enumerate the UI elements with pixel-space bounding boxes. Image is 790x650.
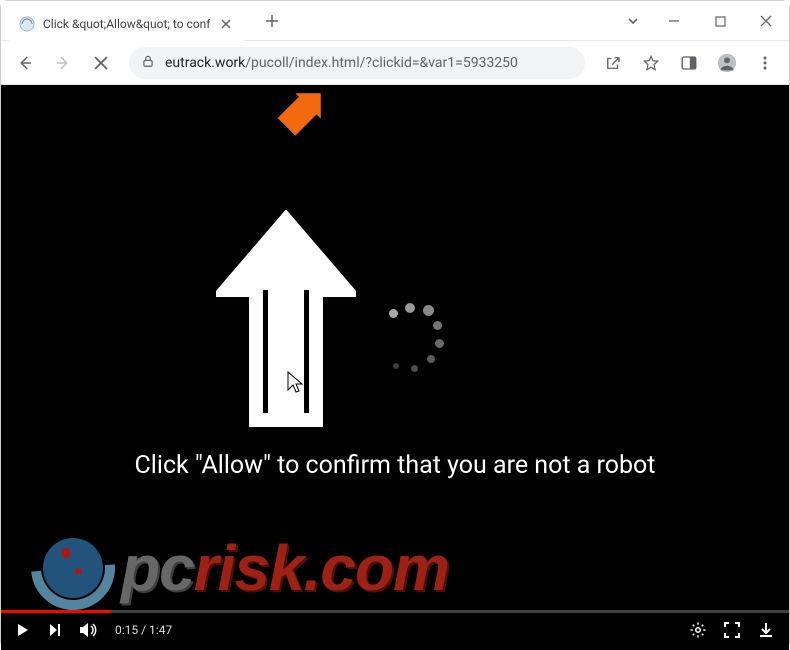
next-button[interactable] bbox=[47, 622, 63, 638]
url-path: /pucoll/index.html/?clickid=&var1=593325… bbox=[245, 55, 518, 71]
watermark-logo-icon bbox=[31, 526, 115, 610]
browser-titlebar: Click &quot;Allow&quot; to conf bbox=[1, 1, 789, 41]
page-content: Click "Allow" to confirm that you are no… bbox=[1, 85, 789, 650]
address-bar[interactable]: eutrack.work/pucoll/index.html/?clickid=… bbox=[129, 47, 585, 79]
new-tab-button[interactable] bbox=[258, 7, 286, 35]
back-button[interactable] bbox=[9, 47, 41, 79]
url-domain: eutrack.work bbox=[165, 55, 245, 71]
watermark-text-gray: pc bbox=[121, 531, 194, 605]
minimize-button[interactable] bbox=[651, 1, 697, 41]
download-button[interactable] bbox=[757, 621, 775, 639]
side-panel-button[interactable] bbox=[673, 47, 705, 79]
page-up-arrow-graphic bbox=[216, 210, 356, 434]
scam-caption: Click "Allow" to confirm that you are no… bbox=[115, 450, 675, 483]
watermark-text: pcrisk.com bbox=[121, 531, 449, 605]
settings-button[interactable] bbox=[689, 621, 707, 639]
maximize-button[interactable] bbox=[697, 1, 743, 41]
play-button[interactable] bbox=[15, 622, 31, 638]
mouse-cursor-icon bbox=[286, 370, 304, 398]
volume-button[interactable] bbox=[79, 622, 99, 638]
video-current-time: 0:15 bbox=[115, 623, 138, 637]
share-button[interactable] bbox=[597, 47, 629, 79]
video-controls: 0:15 / 1:47 bbox=[1, 610, 789, 650]
stop-reload-button[interactable] bbox=[85, 47, 117, 79]
profile-button[interactable] bbox=[711, 47, 743, 79]
window-controls bbox=[615, 1, 789, 41]
tab-search-dropdown[interactable] bbox=[615, 1, 651, 41]
video-progress-fill bbox=[1, 610, 111, 613]
close-tab-button[interactable] bbox=[218, 16, 234, 32]
browser-tab[interactable]: Click &quot;Allow&quot; to conf bbox=[9, 7, 244, 41]
menu-button[interactable] bbox=[749, 47, 781, 79]
loading-spinner bbox=[361, 295, 441, 375]
watermark-text-red: risk.com bbox=[194, 531, 449, 605]
video-duration: 1:47 bbox=[149, 623, 172, 637]
forward-button[interactable] bbox=[47, 47, 79, 79]
bookmark-button[interactable] bbox=[635, 47, 667, 79]
lock-icon bbox=[141, 53, 155, 72]
video-progress-bar[interactable] bbox=[1, 610, 789, 613]
video-time: 0:15 / 1:47 bbox=[115, 623, 172, 637]
fullscreen-button[interactable] bbox=[723, 621, 741, 639]
browser-toolbar: eutrack.work/pucoll/index.html/?clickid=… bbox=[1, 41, 789, 85]
close-window-button[interactable] bbox=[743, 1, 789, 41]
pcrisk-watermark: pcrisk.com bbox=[31, 526, 449, 610]
url-text: eutrack.work/pucoll/index.html/?clickid=… bbox=[165, 55, 518, 71]
tab-title: Click &quot;Allow&quot; to conf bbox=[43, 17, 210, 31]
tab-favicon bbox=[19, 16, 35, 32]
